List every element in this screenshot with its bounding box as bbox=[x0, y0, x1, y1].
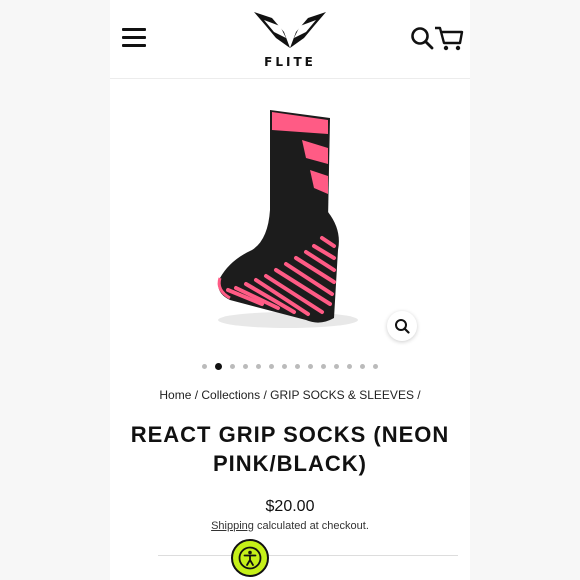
cart-icon[interactable] bbox=[434, 24, 464, 52]
gallery-dot[interactable] bbox=[373, 363, 378, 369]
breadcrumb-collections[interactable]: Collections bbox=[201, 388, 260, 402]
shipping-note: Shipping calculated at checkout. bbox=[110, 520, 470, 532]
hamburger-menu-icon[interactable] bbox=[122, 28, 146, 48]
shipping-note-text: calculated at checkout. bbox=[253, 520, 369, 532]
product-price: $20.00 bbox=[265, 498, 315, 515]
accessibility-person-icon bbox=[238, 546, 262, 570]
gallery-dot[interactable] bbox=[269, 363, 274, 369]
search-icon[interactable] bbox=[410, 26, 434, 52]
gallery-dot[interactable] bbox=[321, 363, 326, 369]
gallery-dot[interactable] bbox=[360, 363, 365, 369]
gallery-dot[interactable] bbox=[202, 363, 207, 369]
accessibility-button[interactable] bbox=[231, 539, 269, 577]
shipping-link[interactable]: Shipping bbox=[211, 520, 254, 532]
zoom-icon bbox=[395, 319, 410, 334]
logo-wordmark: FLITE bbox=[264, 55, 316, 69]
gallery-dot[interactable] bbox=[243, 363, 248, 369]
gallery-dot[interactable] bbox=[334, 363, 339, 369]
gallery-dot[interactable] bbox=[282, 363, 287, 369]
zoom-button[interactable] bbox=[387, 311, 417, 341]
product-title: REACT GRIP SOCKS (NEON PINK/BLACK) bbox=[130, 422, 450, 476]
breadcrumb-grip-socks-sleeves[interactable]: GRIP SOCKS & SLEEVES bbox=[270, 388, 414, 402]
gallery-dot[interactable] bbox=[256, 363, 261, 369]
gallery-dot[interactable] bbox=[308, 363, 313, 369]
product-image[interactable] bbox=[210, 100, 370, 340]
site-header: FLITE bbox=[110, 0, 470, 79]
product-page: FLITE Home / Collections / GRIP SOCKS & … bbox=[110, 0, 470, 580]
gallery-dot[interactable] bbox=[347, 363, 352, 369]
breadcrumb: Home / Collections / GRIP SOCKS & SLEEVE… bbox=[110, 388, 470, 402]
gallery-dot[interactable] bbox=[215, 362, 222, 370]
gallery-pagination-dots bbox=[110, 361, 470, 371]
divider bbox=[158, 555, 458, 556]
breadcrumb-home[interactable]: Home bbox=[159, 388, 191, 402]
gallery-dot[interactable] bbox=[295, 363, 300, 369]
breadcrumb-separator: / bbox=[417, 388, 421, 402]
gallery-dot[interactable] bbox=[230, 363, 235, 369]
site-logo[interactable]: FLITE bbox=[252, 8, 328, 70]
wings-logo-icon bbox=[254, 12, 326, 48]
